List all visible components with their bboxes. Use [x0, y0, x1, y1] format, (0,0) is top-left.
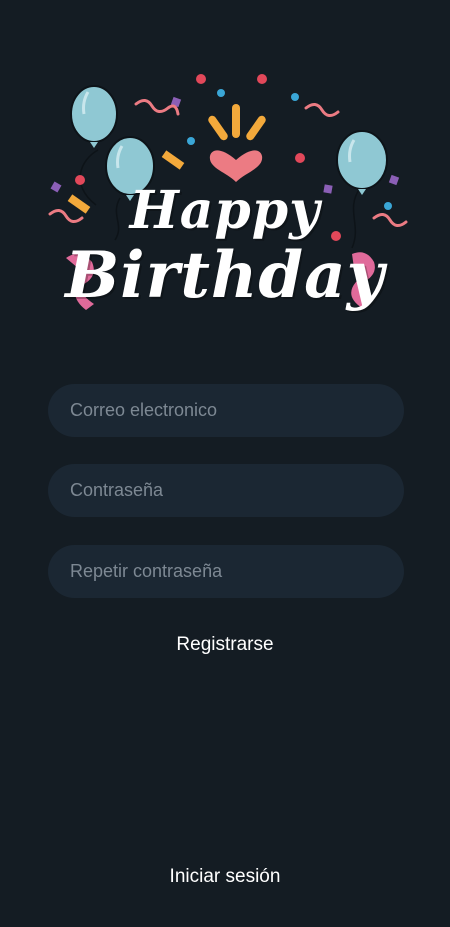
burst-rays-icon — [208, 104, 266, 141]
register-button[interactable]: Registrarse — [0, 634, 450, 656]
email-field[interactable]: Correo electronico — [48, 384, 404, 437]
repeat-password-placeholder: Repetir contraseña — [70, 561, 223, 581]
logo-title-line1: Happy — [129, 180, 321, 241]
repeat-password-field[interactable]: Repetir contraseña — [48, 545, 404, 598]
logo-title-line2: Birthday — [65, 238, 385, 313]
birthday-banner: Happy Birthday — [0, 0, 450, 360]
password-placeholder: Contraseña — [70, 480, 164, 500]
heart-icon — [209, 150, 263, 182]
password-field[interactable]: Contraseña — [48, 464, 404, 517]
login-link[interactable]: Iniciar sesión — [0, 866, 450, 888]
email-placeholder: Correo electronico — [70, 400, 218, 420]
